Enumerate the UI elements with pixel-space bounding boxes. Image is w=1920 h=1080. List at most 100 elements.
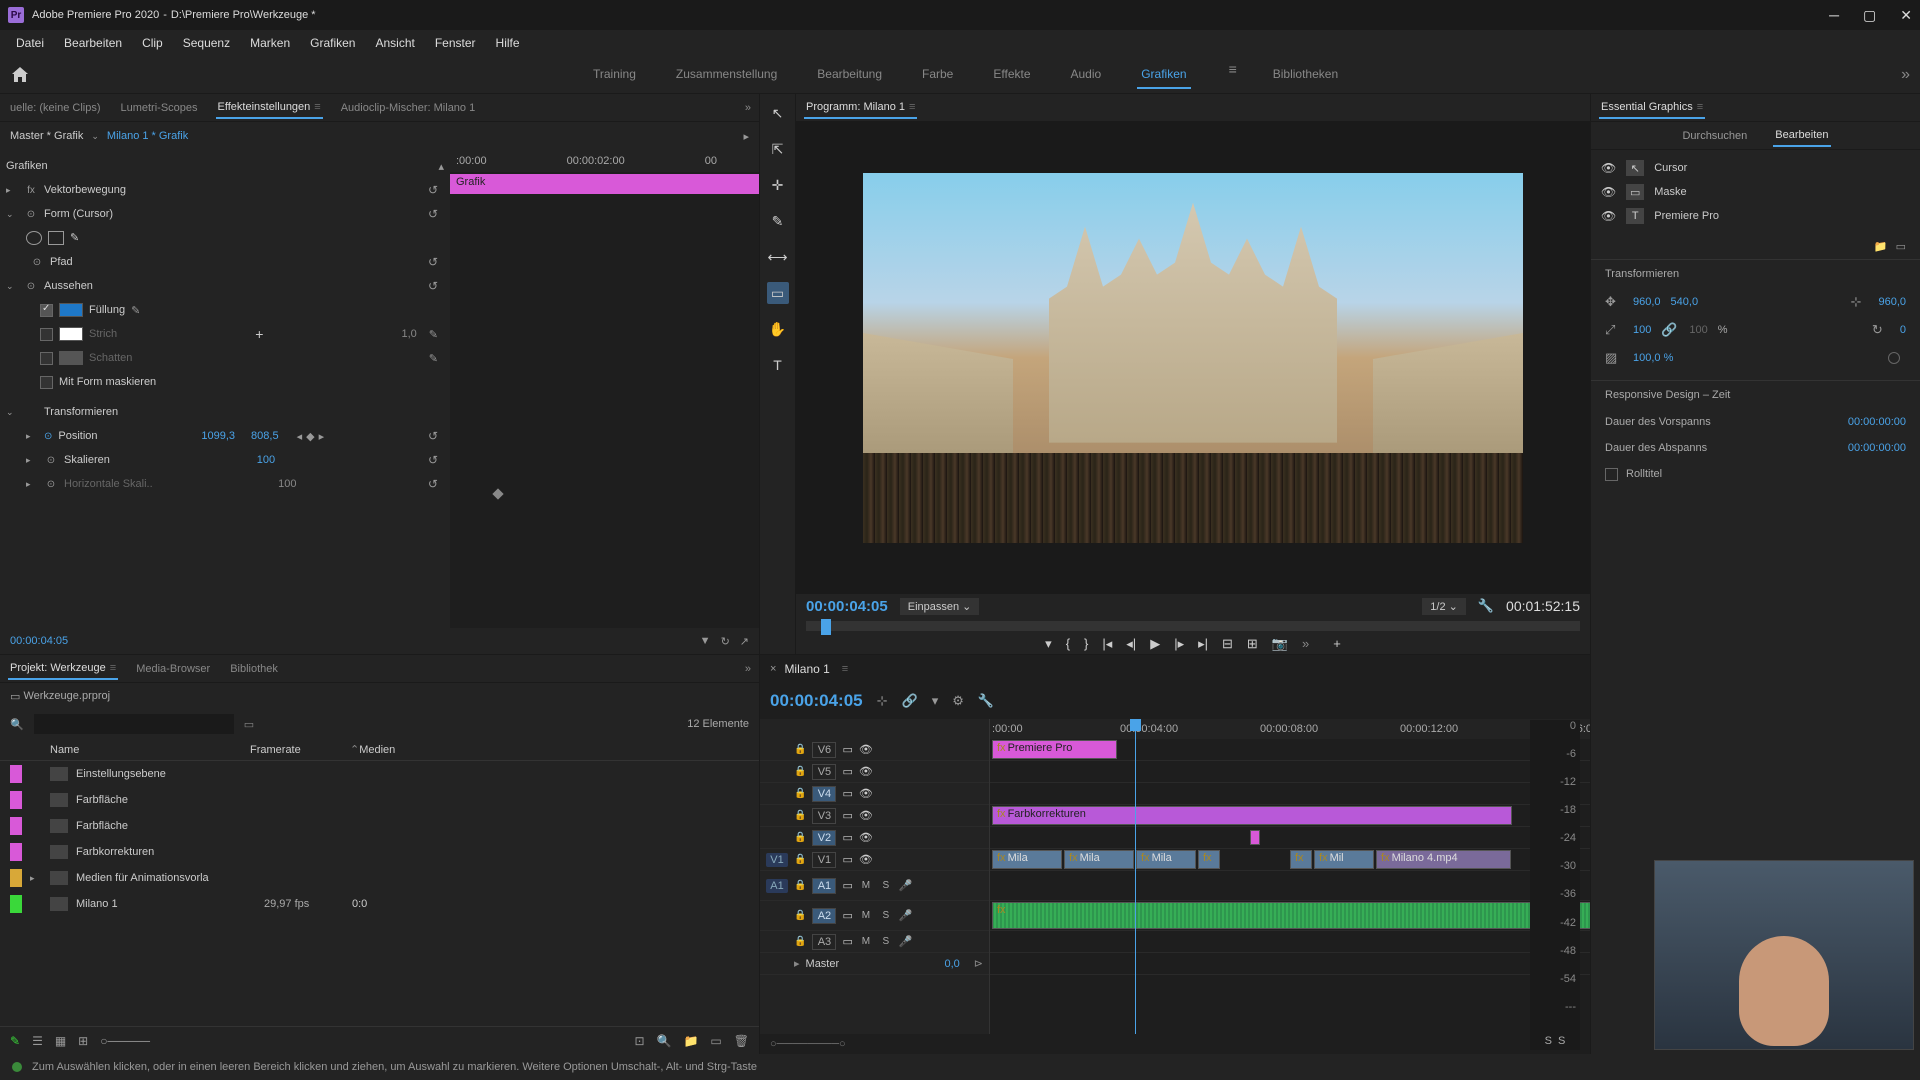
track-a3-target[interactable]: A3 [812,934,836,950]
menu-fenster[interactable]: Fenster [425,32,486,54]
ellipse-shape-icon[interactable] [26,231,42,245]
export-icon[interactable]: ↗ [740,635,749,648]
clip-audio[interactable]: fx [992,902,1590,929]
lock-icon[interactable]: 🔒 [794,910,806,921]
reset-icon[interactable]: ↺ [428,477,438,491]
project-item[interactable]: Farbkorrekturen [0,839,759,865]
settings-icon[interactable]: ⚙ [952,693,964,709]
fx-vector-motion[interactable]: Vektorbewegung [44,184,126,196]
menu-ansicht[interactable]: Ansicht [365,32,424,54]
list-view-icon[interactable]: ☰ [32,1034,43,1048]
tab-program[interactable]: Programm: Milano 1≡ [804,97,917,119]
master-value[interactable]: 0,0 [944,958,959,970]
eg-pos-y[interactable]: 540,0 [1671,296,1699,308]
opacity-handle[interactable] [1888,352,1900,364]
reset-icon[interactable]: ↺ [428,279,438,293]
toggle-track-icon[interactable]: ▭ [842,809,852,822]
timeline-tracks[interactable]: :00:00 00:00:04:00 00:00:08:00 00:00:12:… [990,719,1590,1034]
reset-icon[interactable]: ↺ [428,183,438,197]
visibility-icon[interactable]: 👁 [1601,209,1616,223]
reset-icon[interactable]: ↺ [428,255,438,269]
stroke-checkbox[interactable] [40,328,53,341]
trash-icon[interactable]: 🗑 [734,1034,749,1048]
clip-farbkorrekturen[interactable]: fxFarbkorrekturen [992,806,1512,825]
eyedropper-icon[interactable]: ✎ [429,352,438,365]
scale-value[interactable]: 100 [257,454,275,466]
program-timecode[interactable]: 00:00:04:05 [806,598,888,615]
step-back-button[interactable]: ◂| [1126,636,1136,652]
play-button[interactable]: ▶ [1150,636,1160,652]
clip-short-2[interactable]: fx [1290,850,1312,869]
lock-icon[interactable]: 🔒 [794,832,806,843]
stopwatch-active-icon[interactable]: ⊙ [44,431,52,442]
add-keyframe-icon[interactable]: ◆ [306,430,314,443]
program-monitor-canvas[interactable] [863,173,1523,543]
toggle-track-icon[interactable]: ▭ [842,831,852,844]
marker-icon[interactable]: ▾ [932,693,939,709]
panel-overflow-icon[interactable]: » [745,102,751,114]
clip-short-1[interactable]: fx [1198,850,1220,869]
project-item[interactable]: Farbfläche [0,787,759,813]
intro-value[interactable]: 00:00:00:00 [1848,416,1906,428]
loop-icon[interactable]: ↻ [721,635,730,648]
project-item[interactable]: ▸Medien für Animationsvorla [0,865,759,891]
rect-shape-icon[interactable] [48,231,64,245]
go-to-out-button[interactable]: ▸| [1198,636,1208,652]
eg-rotation[interactable]: 0 [1900,324,1906,336]
expand-icon[interactable]: ▸ [30,873,42,884]
eg-browse-tab[interactable]: Durchsuchen [1680,126,1749,146]
visibility-icon[interactable]: 👁 [1601,185,1616,199]
prev-keyframe-icon[interactable]: ◂ [297,430,303,443]
fx-form[interactable]: Form (Cursor) [44,208,113,220]
clip-mila-3[interactable]: fxMila [1136,850,1196,869]
eye-icon[interactable]: 👁 [859,765,873,778]
icon-view-icon[interactable]: ▦ [55,1034,66,1048]
eyedropper-icon[interactable]: ✎ [131,304,140,317]
close-sequence-icon[interactable]: × [770,663,776,675]
maximize-button[interactable]: ▢ [1863,7,1876,24]
voice-record-icon[interactable]: 🎤 [899,909,913,922]
clip-mila-1[interactable]: fxMila [992,850,1062,869]
expand-icon[interactable]: ▸ [26,431,38,442]
eye-icon[interactable]: 👁 [859,831,873,844]
col-name[interactable]: Name [50,744,250,756]
clip-milano4[interactable]: fxMilano 4.mp4 [1376,850,1511,869]
fill-color-swatch[interactable] [59,303,83,317]
playhead[interactable] [1135,719,1136,1034]
tab-source[interactable]: uelle: (keine Clips) [8,98,102,118]
visibility-icon[interactable]: 👁 [1601,161,1616,175]
step-forward-button[interactable]: |▸ [1174,636,1184,652]
hscale-value[interactable]: 100 [278,478,296,490]
ws-editing[interactable]: Bearbeitung [813,61,886,89]
eg-pos-x[interactable]: 960,0 [1633,296,1661,308]
stroke-width[interactable]: 1,0 [401,328,416,340]
pen-tool-icon[interactable]: ✎ [10,1034,20,1048]
fill-checkbox[interactable] [40,304,53,317]
menu-clip[interactable]: Clip [132,32,173,54]
clip-marker[interactable] [1250,830,1260,845]
collapse-icon[interactable]: ⌄ [6,209,18,220]
track-v2-target[interactable]: V2 [812,830,836,846]
rectangle-tool-icon[interactable]: ▭ [767,282,789,304]
pen-tool-icon[interactable]: ✎ [767,210,789,232]
project-item[interactable]: Einstellungsebene [0,761,759,787]
solo-button[interactable]: S [879,936,893,947]
hand-tool-icon[interactable]: ✋ [767,318,789,340]
lock-icon[interactable]: 🔒 [794,788,806,799]
position-y[interactable]: 808,5 [251,430,279,442]
roll-checkbox[interactable] [1605,468,1618,481]
menu-hilfe[interactable]: Hilfe [486,32,530,54]
filter-icon[interactable]: ▼ [700,635,711,648]
tab-essential-graphics[interactable]: Essential Graphics≡ [1599,97,1705,119]
sequence-name[interactable]: Milano 1 [784,662,829,676]
lift-button[interactable]: ⊟ [1222,636,1233,652]
grafik-duration-bar[interactable]: Grafik [450,174,759,194]
ws-graphics[interactable]: Grafiken [1137,61,1190,89]
timeline-zoom-slider[interactable]: ○────────○ [770,1038,846,1050]
fx-master-label[interactable]: Master * Grafik [10,130,83,142]
fx-pfad[interactable]: Pfad [50,256,73,268]
tab-media-browser[interactable]: Media-Browser [134,659,212,679]
frame-insert-icon[interactable]: ⟷ [767,246,789,268]
new-item-button[interactable]: ▭ [710,1034,721,1048]
tab-project[interactable]: Projekt: Werkzeuge≡ [8,658,118,680]
